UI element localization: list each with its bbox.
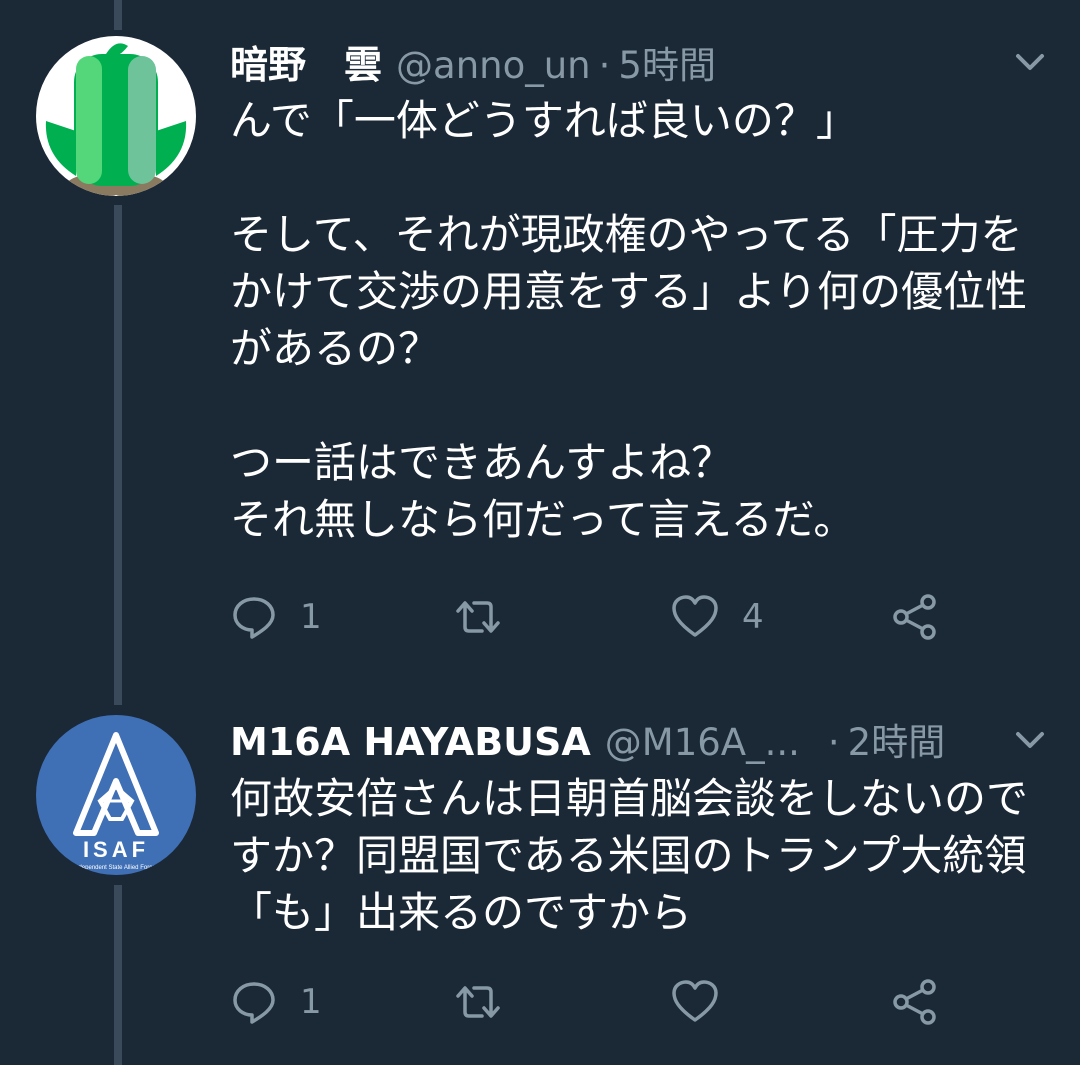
user-handle[interactable]: @M16A_... (605, 721, 800, 764)
user-handle[interactable]: @anno_un (396, 44, 591, 87)
reply-icon (230, 978, 278, 1026)
chevron-down-icon[interactable] (1010, 720, 1050, 760)
like-count: 4 (742, 597, 764, 637)
avatar[interactable]: ISAF Independent State Allied Forces (36, 715, 196, 875)
green-character-avatar-image (45, 43, 187, 196)
thread-line-top (114, 0, 122, 30)
share-icon (890, 977, 940, 1027)
like-button[interactable]: 4 (670, 592, 764, 642)
like-icon (670, 593, 720, 641)
tweet-header: 暗野 雲 @anno_un · 5時間 (230, 34, 716, 89)
tweet-text: 何故安倍さんは日朝首脳会談をしないのですか？同盟国である米国のトランプ大統領「も… (230, 774, 1029, 937)
share-icon (890, 592, 940, 642)
like-button[interactable] (670, 977, 742, 1027)
reply-count: 1 (300, 597, 322, 637)
reply-icon (230, 593, 278, 641)
retweet-button[interactable] (452, 977, 526, 1027)
chevron-down-icon[interactable] (1010, 42, 1050, 82)
thread-line-1 (114, 205, 122, 705)
retweet-icon (452, 978, 504, 1026)
share-button[interactable] (890, 592, 940, 642)
reply-button[interactable]: 1 (230, 592, 322, 642)
display-name[interactable]: 暗野 雲 (230, 34, 382, 89)
tweet-header: M16A HAYABUSA @M16A_... · 2時間 (230, 712, 945, 764)
isaf-logo: ISAF Independent State Allied Forces (73, 732, 159, 871)
reply-button[interactable]: 1 (230, 977, 322, 1027)
retweet-button[interactable] (452, 592, 526, 642)
separator-dot: · (598, 44, 611, 87)
separator-dot: · (827, 721, 840, 764)
share-button[interactable] (890, 977, 940, 1027)
tweet-actions: 1 4 (230, 592, 950, 642)
timestamp[interactable]: 5時間 (618, 35, 716, 89)
timestamp[interactable]: 2時間 (848, 712, 946, 766)
like-icon (670, 978, 720, 1026)
tweet-text: んで「一体どうすれば良いの？」 そして、それが現政権のやってる「圧力をかけて交渉… (230, 96, 1028, 544)
display-name[interactable]: M16A HAYABUSA (230, 720, 591, 764)
tweet-actions: 1 (230, 977, 950, 1027)
retweet-icon (452, 593, 504, 641)
reply-count: 1 (300, 982, 322, 1022)
thread-line-2 (114, 885, 122, 1065)
avatar[interactable] (36, 36, 196, 196)
logo-text: ISAF (83, 837, 149, 862)
logo-subtext: Independent State Allied Forces (73, 865, 158, 871)
